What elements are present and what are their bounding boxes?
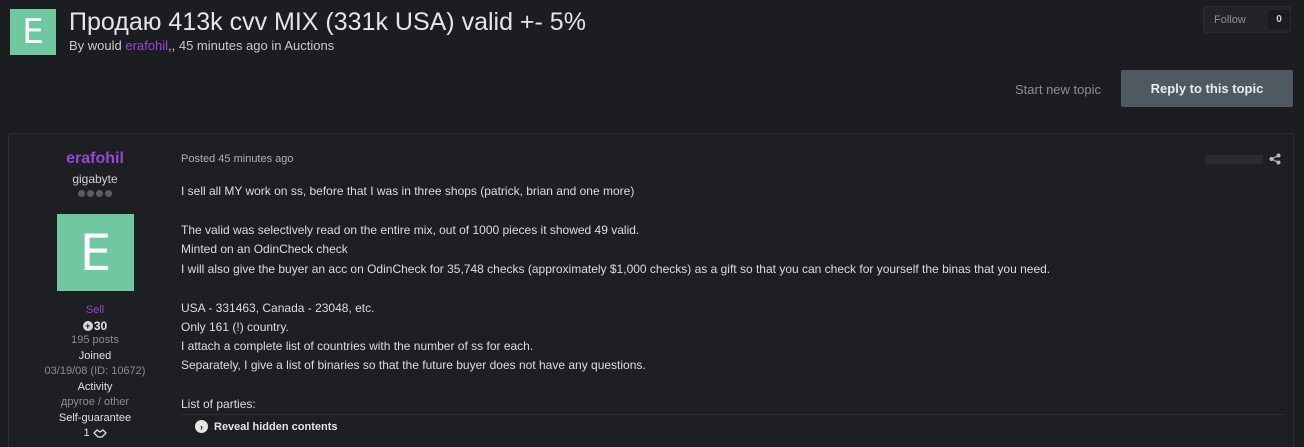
reveal-label: Reveal hidden contents xyxy=(214,420,338,433)
reputation-icon: + xyxy=(82,321,93,331)
share-icon[interactable] xyxy=(1269,153,1281,165)
post-count: 195 posts xyxy=(71,334,119,346)
post-line: USA - 331463, Canada - 23048, etc. xyxy=(181,301,375,315)
post-tools xyxy=(1201,152,1281,166)
reveal-hidden-contents[interactable]: › Reveal hidden contents xyxy=(195,420,337,433)
post-line: Minted on an OdinCheck check xyxy=(181,242,348,256)
follow-label: Follow xyxy=(1214,13,1246,26)
post-line: Only 161 (!) country. xyxy=(181,320,289,334)
posted-time: Posted 45 minutes ago xyxy=(181,153,294,165)
joined-value: 03/19/08 (ID: 10672) xyxy=(44,365,146,377)
spoiler-divider xyxy=(181,414,1285,415)
topic-title: Продаю 413k cvv MIX (331k USA) valid +- … xyxy=(69,8,586,36)
meta-suffix: ,, 45 minutes ago in Auctions xyxy=(168,38,335,53)
report-link[interactable] xyxy=(1205,154,1263,164)
post-line: The valid was selectively read on the en… xyxy=(181,223,640,237)
post-line: I will also give the buyer an acc on Odi… xyxy=(181,262,1051,276)
post-card: erafohil gigabyte E Sell + 30 195 posts … xyxy=(8,133,1294,447)
author-title: gigabyte xyxy=(72,172,118,186)
post-line: I sell all MY work on ss, before that I … xyxy=(181,184,635,198)
joined-label: Joined xyxy=(78,350,112,362)
chevron-right-icon: › xyxy=(195,420,208,433)
rank-pip xyxy=(87,190,94,197)
guarantee-label: Self-guarantee xyxy=(58,412,132,424)
topic-avatar[interactable]: E xyxy=(10,9,56,55)
meta-prefix: By would xyxy=(69,38,126,53)
activity-label: Activity xyxy=(77,381,113,393)
activity-value: другое / other xyxy=(60,396,130,408)
handshake-icon xyxy=(92,429,107,438)
follow-count: 0 xyxy=(1268,9,1290,30)
reputation: + 30 xyxy=(9,319,181,333)
rank-pip xyxy=(105,190,112,197)
author-group: Sell xyxy=(85,304,105,316)
reply-to-topic-button[interactable]: Reply to this topic xyxy=(1121,70,1293,107)
author-name[interactable]: erafohil xyxy=(9,150,181,168)
rank-pip xyxy=(96,190,103,197)
reputation-value: 30 xyxy=(93,319,108,333)
start-new-topic-link[interactable]: Start new topic xyxy=(1015,82,1101,97)
meta-author-link[interactable]: erafohil xyxy=(125,38,168,53)
follow-button[interactable]: Follow 0 xyxy=(1203,6,1291,33)
rank-pips xyxy=(9,190,181,197)
post-line: I attach a complete list of countries wi… xyxy=(181,339,534,353)
guarantee-row: 1 xyxy=(9,427,181,439)
topic-meta: By would erafohil,, 45 minutes ago in Au… xyxy=(69,38,334,53)
author-avatar[interactable]: E xyxy=(57,214,134,291)
guarantee-value: 1 xyxy=(83,427,90,439)
post-line: List of parties: xyxy=(181,397,256,411)
rank-pip xyxy=(78,190,85,197)
post-line: Separately, I give a list of binaries so… xyxy=(181,358,646,372)
